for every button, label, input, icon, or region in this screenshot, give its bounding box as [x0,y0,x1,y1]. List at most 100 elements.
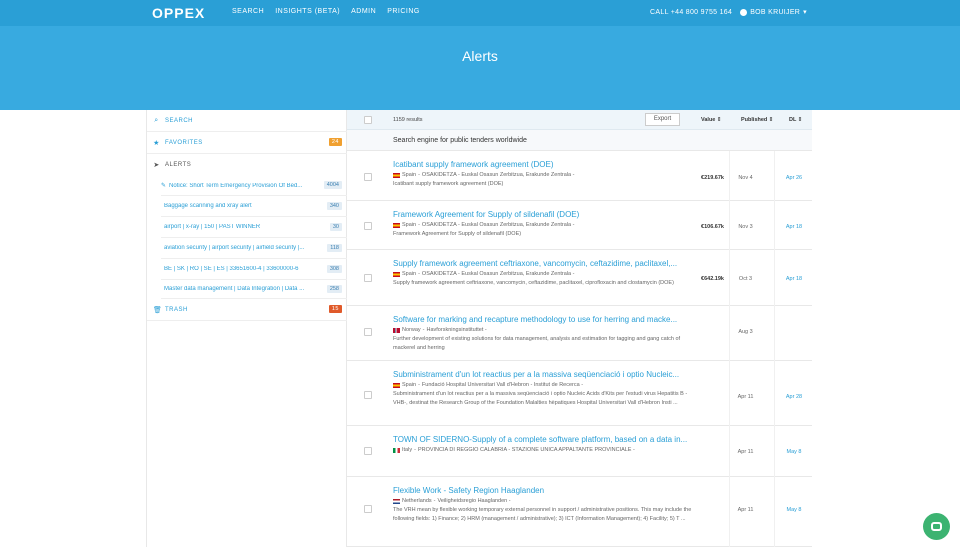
result-title-link[interactable]: Supply framework agreement ceftriaxone, … [393,259,677,268]
alert-count-badge: 258 [326,285,342,293]
result-title-link[interactable]: TOWN OF SIDERNO-Supply of a complete sof… [393,435,687,444]
user-icon [740,8,748,16]
result-meta: Spain - OSAKIDETZA - Euskal Osasun Zerbitz… [393,271,574,277]
result-description: Supply framework agreement ceftriaxone, … [393,280,674,286]
row-checkbox[interactable] [364,222,372,230]
export-button[interactable]: Export [645,113,680,126]
meta-separator: - [414,447,416,453]
country-flag-icon [393,382,400,388]
alert-item-label: BE | SK | RO | SE | ES | 33651600-4 | 33… [164,266,299,272]
row-checkbox[interactable] [364,328,372,336]
result-description: Icatibant supply framework agreement (DO… [393,181,504,187]
result-row[interactable]: Flexible Work - Safety Region Haaglanden… [347,477,812,547]
result-deadline: Apr 26 [785,175,803,181]
sort-dl-header[interactable]: DL ⇕ [789,117,802,123]
result-row[interactable]: Subministrament d'un lot reactius per a … [347,361,812,426]
alert-item[interactable]: ✎ Notice: Short Term Emergency Provision… [161,176,347,196]
result-title-link[interactable]: Software for marking and recapture metho… [393,315,677,324]
result-title-link[interactable]: Icatibant supply framework agreement (DO… [393,160,554,169]
result-published-date: Aug 3 [738,329,753,335]
star-icon: ★ [153,139,160,147]
alert-item[interactable]: airport | x-ray | 150 | PAST WINNER 30 [161,217,347,238]
sort-value-header[interactable]: Value ⇕ [701,117,722,123]
result-row[interactable]: Software for marking and recapture metho… [347,306,812,361]
alert-count-badge: 340 [326,202,342,210]
select-all-checkbox[interactable] [364,116,372,124]
country-flag-icon [393,271,400,277]
result-published-date: Apr 11 [737,507,754,513]
sidebar-item-label: FAVORITES [165,139,203,146]
column-divider [774,477,775,547]
sidebar-item-search[interactable]: ⌕ SEARCH [147,110,347,132]
nav-link-pricing[interactable]: PRICING [387,8,420,15]
nav-link-insights[interactable]: INSIGHTS (BETA) [275,8,340,15]
row-checkbox[interactable] [364,274,372,282]
result-published-date: Nov 4 [738,175,753,181]
alert-item[interactable]: Baggage scanning and xray alert 340 [161,196,347,217]
country-flag-icon [393,498,400,504]
result-row[interactable]: TOWN OF SIDERNO-Supply of a complete sof… [347,426,812,477]
result-meta: Spain - OSAKIDETZA - Euskal Osasun Zerbitz… [393,222,574,228]
column-divider [774,201,775,250]
result-description: The VRH mean by flexible working tempora… [393,507,692,522]
sidebar-item-trash[interactable]: 🗑 TRASH 15 [147,299,347,321]
chat-button[interactable] [923,513,950,540]
result-title-link[interactable]: Framework Agreement for Supply of silden… [393,210,579,219]
meta-separator: - [418,222,420,228]
alert-item[interactable]: Master data management | Data Integratio… [161,280,347,299]
sidebar: ⌕ SEARCH ★ FAVORITES 24 ➤ ALERTS ✎ Notic… [146,110,347,547]
alert-count-badge: 4004 [323,181,342,189]
column-divider [774,306,775,361]
sort-published-header[interactable]: Published ⇕ [741,117,773,123]
logo[interactable]: OPPEX [152,5,205,21]
country-flag-icon [393,327,400,333]
result-buyer: Veiligheidsregio Haaglanden - [437,498,511,504]
user-menu[interactable]: BOB KRUIJER ▾ [740,8,807,16]
sidebar-item-label: TRASH [165,306,188,313]
hero-banner: Alerts [0,26,960,110]
result-description: Subministrament d'un lot reactius per a … [393,391,688,406]
alert-item[interactable]: aviation security | airport security | a… [161,238,347,259]
result-meta: Netherlands - Veiligheidsregio Haaglanden … [393,498,511,504]
alert-count-badge: 308 [326,265,342,273]
alert-item[interactable]: BE | SK | RO | SE | ES | 33651600-4 | 33… [161,259,347,280]
sidebar-item-alerts[interactable]: ➤ ALERTS [147,154,347,176]
result-buyer: OSAKIDETZA - Euskal Osasun Zerbitzua, Er… [421,222,575,228]
sidebar-item-favorites[interactable]: ★ FAVORITES 24 [147,132,347,154]
alert-item-label: airport | x-ray | 150 | PAST WINNER [164,224,261,230]
row-checkbox[interactable] [364,173,372,181]
row-checkbox[interactable] [364,447,372,455]
result-row[interactable]: Supply framework agreement ceftriaxone, … [347,250,812,306]
results-panel: 1159 results Export Value ⇕ Published ⇕ … [347,110,812,547]
alert-item-label: Baggage scanning and xray alert [164,203,252,209]
meta-separator: - [418,382,420,388]
result-description: Further development of existing solution… [393,336,681,351]
country-flag-icon [393,172,400,178]
send-icon: ➤ [153,162,160,169]
result-title-link[interactable]: Subministrament d'un lot reactius per a … [393,370,679,379]
nav-link-admin[interactable]: ADMIN [351,8,376,15]
row-checkbox[interactable] [364,391,372,399]
search-icon: ⌕ [154,116,159,124]
result-buyer: OSAKIDETZA - Euskal Osasun Zerbitzua, Er… [421,271,575,277]
result-title-link[interactable]: Flexible Work - Safety Region Haaglanden [393,486,544,495]
phone-number: CALL +44 800 9755 164 [650,8,733,16]
meta-separator: - [418,271,420,277]
sidebar-item-label: ALERTS [165,162,192,168]
result-country: Spain [402,382,417,388]
nav-link-search[interactable]: SEARCH [232,8,264,15]
result-row[interactable]: Framework Agreement for Supply of silden… [347,201,812,250]
result-meta: Spain - Fundació Hospital Universitari Val… [393,382,583,388]
row-checkbox[interactable] [364,505,372,513]
meta-separator: - [422,327,425,333]
favorites-count-badge: 24 [328,138,342,146]
result-country: Spain [402,271,417,277]
result-row[interactable]: Icatibant supply framework agreement (DO… [347,151,812,201]
result-published-date: Oct 3 [738,276,753,282]
nav-right: CALL +44 800 9755 164 BOB KRUIJER ▾ [650,8,807,16]
column-divider [774,361,775,426]
result-buyer: OSAKIDETZA - Euskal Osasun Zerbitzua, Er… [421,172,575,178]
alert-count-badge: 30 [329,223,342,231]
link-icon: ✎ [161,183,167,189]
result-country: Netherlands [402,498,432,504]
